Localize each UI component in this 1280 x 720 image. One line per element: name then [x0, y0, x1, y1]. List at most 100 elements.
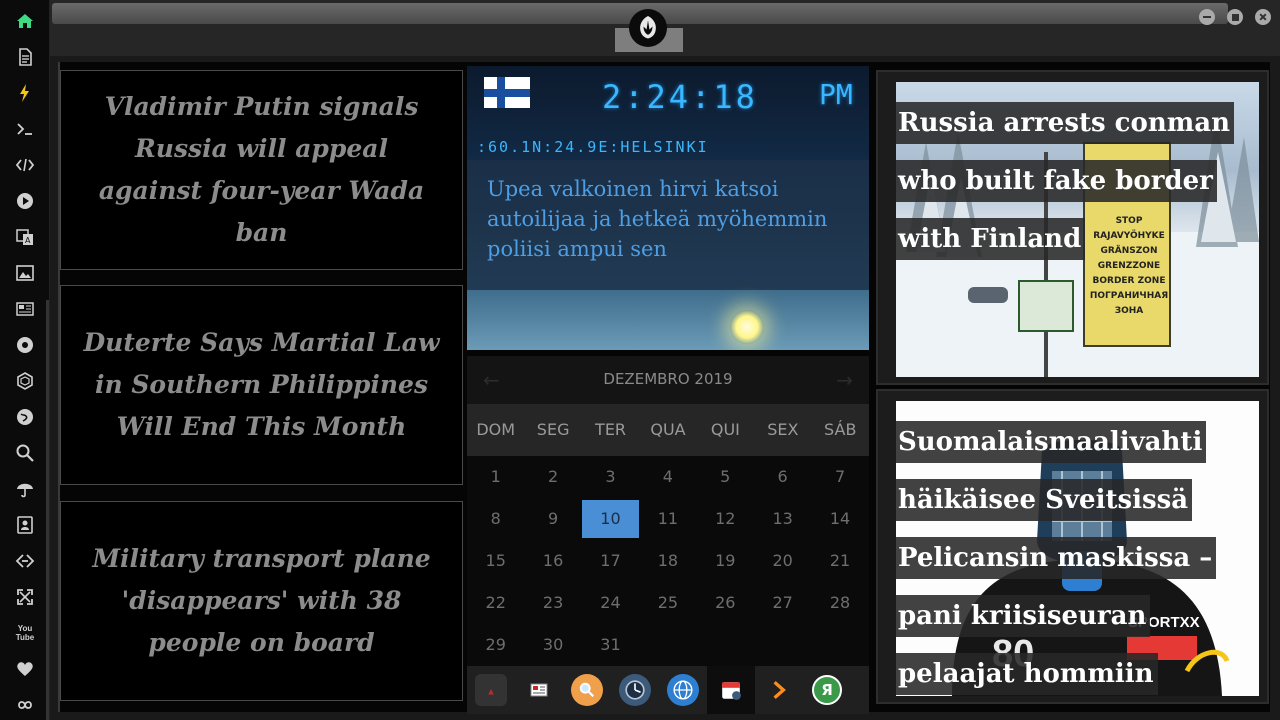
arrow-app-launcher[interactable]: [755, 666, 803, 714]
left-dock: A You Tube: [0, 0, 50, 720]
headline-card[interactable]: STOP RAJAVYÖHYKE GRÄNSZON GRENZZONE BORD…: [876, 70, 1269, 385]
calendar-day[interactable]: 7: [811, 456, 868, 498]
hexagon-icon[interactable]: [13, 369, 37, 393]
calendar-day[interactable]: 29: [467, 624, 524, 666]
close-button[interactable]: [1255, 9, 1271, 25]
weekday-label: QUI: [710, 420, 740, 439]
play-icon[interactable]: [13, 189, 37, 213]
umbrella-icon[interactable]: [13, 477, 37, 501]
calendar-day[interactable]: 20: [754, 540, 811, 582]
clock-app-launcher[interactable]: [611, 666, 659, 714]
calendar-day[interactable]: 15: [467, 540, 524, 582]
calendar-day[interactable]: 23: [524, 582, 581, 624]
minimize-button[interactable]: [1199, 9, 1215, 25]
calendar-day-today[interactable]: 10: [581, 500, 640, 538]
calendar-day[interactable]: 6: [754, 456, 811, 498]
news-card[interactable]: Military transport plane 'disappears' wi…: [60, 501, 463, 701]
calendar-day[interactable]: 16: [524, 540, 581, 582]
calendar-day[interactable]: 3: [582, 456, 639, 498]
arrow-app-icon: [763, 674, 795, 706]
calendar-day: [754, 624, 811, 666]
headline-overlay: Russia arrests conman who built fake bor…: [896, 94, 1259, 268]
calendar-day[interactable]: 24: [582, 582, 639, 624]
search-icon[interactable]: [13, 441, 37, 465]
yandex-launcher[interactable]: Я: [803, 666, 851, 714]
contacts-icon[interactable]: [13, 513, 37, 537]
web-browser-launcher[interactable]: [659, 666, 707, 714]
calendar-day[interactable]: 11: [639, 498, 696, 540]
web-browser-icon: [667, 674, 699, 706]
calendar-day[interactable]: 26: [697, 582, 754, 624]
home-icon[interactable]: [13, 9, 37, 33]
search-app-launcher[interactable]: [563, 666, 611, 714]
calendar-day[interactable]: 14: [811, 498, 868, 540]
calendar-month: DEZEMBRO 2019: [603, 370, 733, 388]
code-icon[interactable]: [13, 153, 37, 177]
news-card[interactable]: Duterte Says Martial Law in Southern Phi…: [60, 285, 463, 485]
news-card[interactable]: Vladimir Putin signals Russia will appea…: [60, 70, 463, 270]
news-title: Vladimir Putin signals Russia will appea…: [98, 92, 425, 247]
calendar-day[interactable]: 5: [697, 456, 754, 498]
terminal-icon[interactable]: [13, 117, 37, 141]
headline-overlay: Suomalaismaalivahti häikäisee Sveitsissä…: [896, 413, 1259, 696]
dock-scrollbar[interactable]: [46, 300, 49, 720]
calendar-week-row: 8 9 10 11 12 13 14: [467, 498, 869, 540]
calendar-day[interactable]: 17: [582, 540, 639, 582]
translate-icon[interactable]: A: [13, 225, 37, 249]
svg-text:A: A: [25, 236, 31, 245]
news-title: Military transport plane 'disappears' wi…: [92, 544, 431, 657]
calendar-day[interactable]: 12: [697, 498, 754, 540]
heart-icon[interactable]: [13, 657, 37, 681]
weather-headline-box[interactable]: Upea valkoinen hirvi katsoi autoilijaa j…: [467, 160, 869, 290]
image-icon[interactable]: [13, 261, 37, 285]
weather-clock-widget[interactable]: 2:24:18 PM :60.1N:24.9E:HELSINKI Upea va…: [467, 66, 869, 350]
search-app-icon: [571, 674, 603, 706]
app-launcher-launcher[interactable]: [467, 666, 515, 714]
calendar-app-launcher[interactable]: [707, 666, 755, 714]
calendar-day[interactable]: 4: [639, 456, 696, 498]
calendar-day[interactable]: 8: [467, 498, 524, 540]
calendar-day[interactable]: 22: [467, 582, 524, 624]
calendar-day: [811, 624, 868, 666]
goalie-photo: 80 SPORTXX Suomalaismaalivahti häikäisee…: [896, 401, 1259, 696]
calendar-day[interactable]: 1: [467, 456, 524, 498]
calendar-day[interactable]: 21: [811, 540, 868, 582]
weather-headline: Upea valkoinen hirvi katsoi autoilijaa j…: [487, 177, 828, 261]
globe-icon[interactable]: [13, 405, 37, 429]
calendar-day[interactable]: 31: [582, 624, 639, 666]
newspaper-launcher[interactable]: [515, 666, 563, 714]
clock-time: 2:24:18: [602, 78, 758, 116]
calendar-day[interactable]: 19: [697, 540, 754, 582]
calendar-day[interactable]: 28: [811, 582, 868, 624]
document-icon[interactable]: [13, 45, 37, 69]
news-icon[interactable]: [13, 297, 37, 321]
calendar-app-icon: [715, 674, 747, 706]
weekday-label: QUA: [650, 420, 686, 439]
maximize-button[interactable]: [1227, 9, 1243, 25]
border-photo: STOP RAJAVYÖHYKE GRÄNSZON GRENZZONE BORD…: [896, 82, 1259, 377]
calendar-day[interactable]: 13: [754, 498, 811, 540]
chevron-right-icon[interactable]: →: [836, 368, 853, 392]
calendar-day[interactable]: 30: [524, 624, 581, 666]
headline-card[interactable]: 80 SPORTXX Suomalaismaalivahti häikäisee…: [876, 389, 1269, 704]
calendar-day[interactable]: 27: [754, 582, 811, 624]
weekday-label: SEX: [767, 420, 799, 439]
rebel-alliance-logo-icon[interactable]: [629, 9, 667, 47]
news-title: Duterte Says Martial Law in Southern Phi…: [83, 328, 440, 441]
calendar-day[interactable]: 9: [524, 498, 581, 540]
calendar-day: [639, 624, 696, 666]
app-launcher-icon: [475, 674, 507, 706]
infinity-icon[interactable]: [13, 693, 37, 717]
link-icon[interactable]: [13, 549, 37, 573]
lightning-icon[interactable]: [13, 81, 37, 105]
calendar-day: [697, 624, 754, 666]
clock-ampm: PM: [819, 78, 853, 111]
settings-icon[interactable]: [13, 333, 37, 357]
expand-icon[interactable]: [13, 585, 37, 609]
map-sign-pole: [1044, 332, 1048, 377]
finland-flag-icon: [484, 77, 530, 108]
youtube-icon[interactable]: You Tube: [13, 621, 37, 645]
calendar-day[interactable]: 25: [639, 582, 696, 624]
calendar-day[interactable]: 18: [639, 540, 696, 582]
calendar-day[interactable]: 2: [524, 456, 581, 498]
